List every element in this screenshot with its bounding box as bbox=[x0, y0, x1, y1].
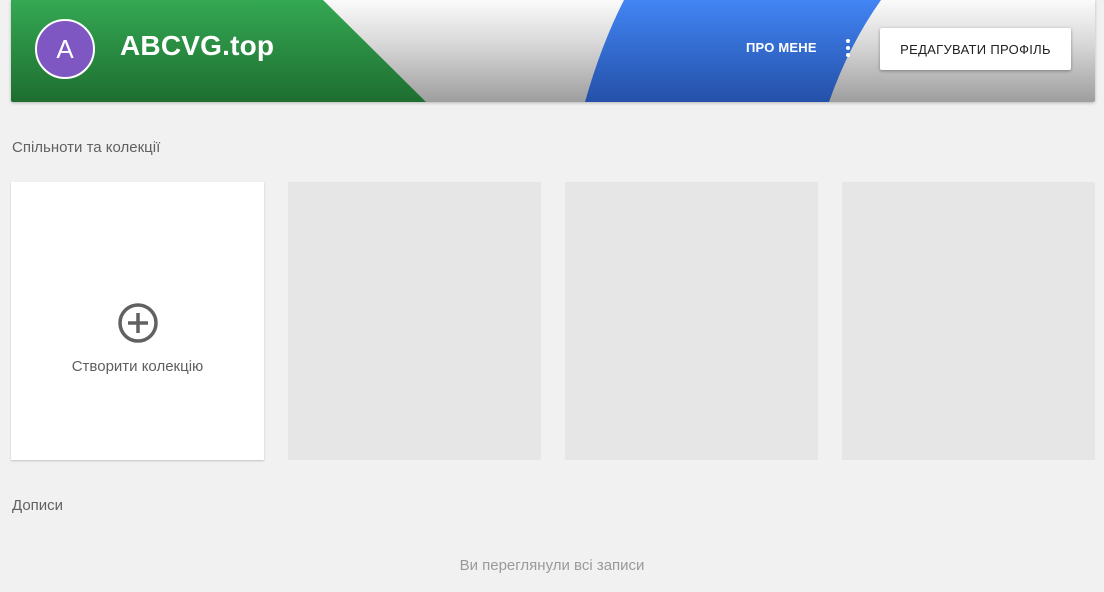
more-vert-icon[interactable] bbox=[841, 37, 855, 59]
profile-name: ABCVG.top bbox=[120, 30, 275, 61]
about-me-link[interactable]: ПРО МЕНЕ bbox=[746, 40, 817, 55]
avatar[interactable]: A bbox=[35, 19, 95, 79]
collection-placeholder bbox=[842, 182, 1095, 460]
collection-placeholder bbox=[288, 182, 541, 460]
create-collection-card[interactable]: Створити колекцію bbox=[11, 182, 264, 460]
communities-section-title: Спільноти та колекції bbox=[12, 139, 161, 156]
edit-profile-button[interactable]: РЕДАГУВАТИ ПРОФІЛЬ bbox=[880, 28, 1071, 70]
posts-section-title: Дописи bbox=[12, 497, 64, 514]
avatar-letter: A bbox=[56, 33, 74, 64]
create-collection-label: Створити колекцію bbox=[71, 358, 204, 375]
collection-placeholder bbox=[565, 182, 818, 460]
add-circle-icon bbox=[118, 303, 158, 343]
profile-banner: A ABCVG.top ПРО МЕНЕ РЕДАГУВАТИ ПРОФІЛЬ bbox=[11, 0, 1095, 102]
end-of-feed-message: Ви переглянули всі записи bbox=[459, 557, 645, 574]
